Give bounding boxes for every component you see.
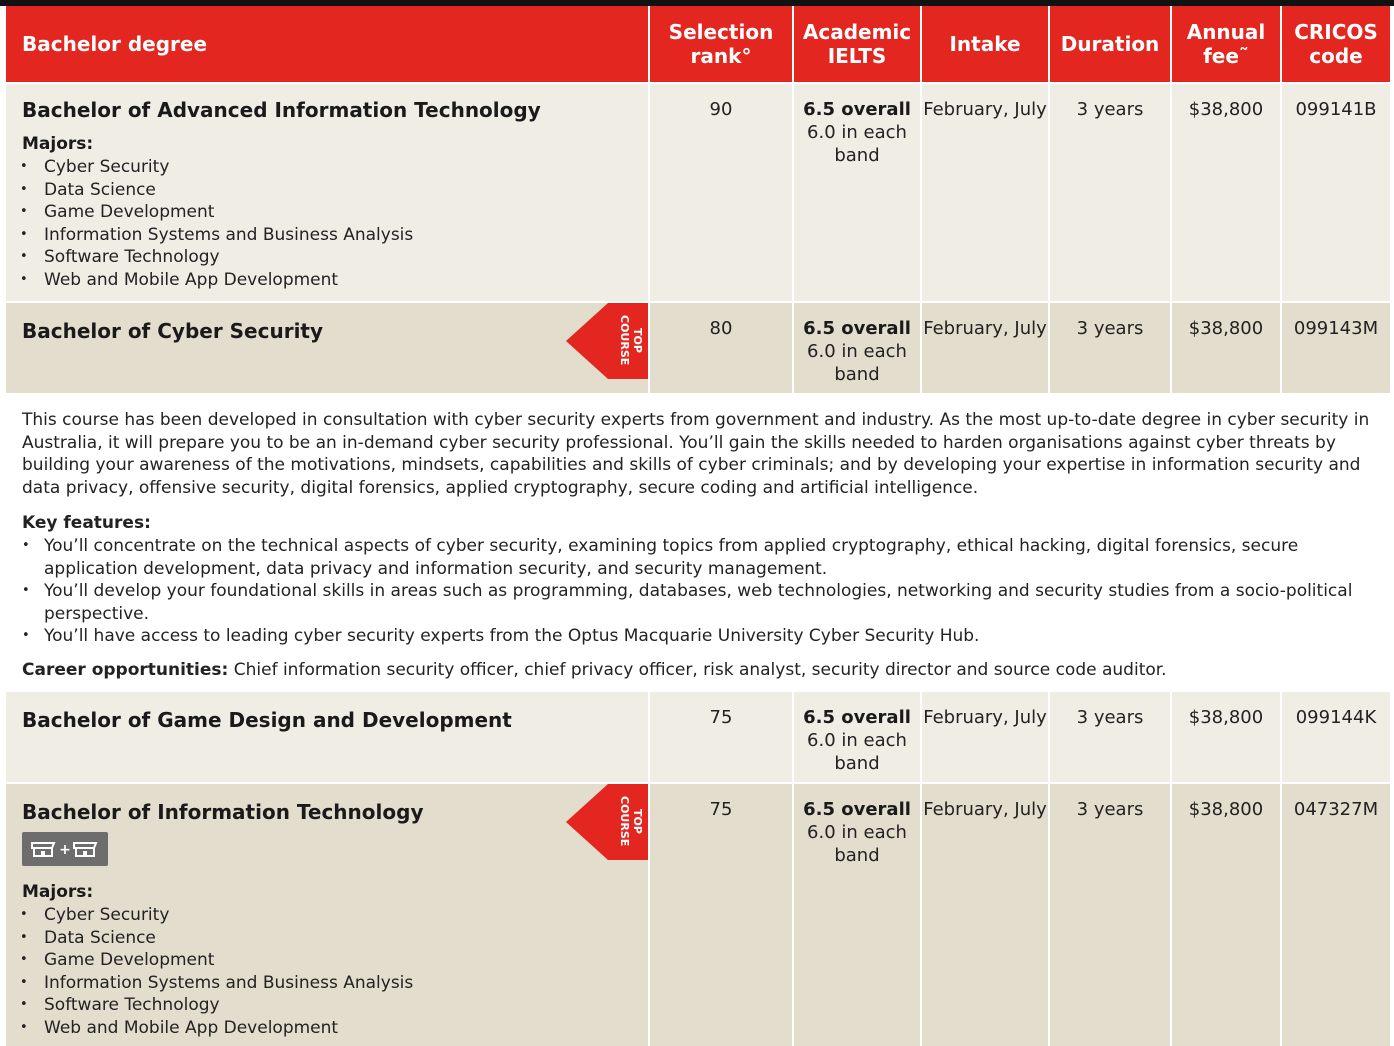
list-item: You’ll concentrate on the technical aspe…: [22, 535, 1372, 580]
top-course-ribbon: TOP COURSE: [566, 303, 648, 379]
ielts-requirement: 6.5 overall 6.0 in each band: [794, 84, 920, 301]
ielts-requirement: 6.5 overall 6.0 in each band: [794, 692, 920, 782]
top-course-label: TOP COURSE: [618, 314, 644, 366]
course-title: Bachelor of Game Design and Development: [22, 708, 512, 732]
list-item: Game Development: [6, 201, 413, 224]
majors-label: Majors:: [22, 882, 94, 902]
ielts-band: 6.0 in each band: [807, 122, 907, 166]
ielts-requirement: 6.5 overall 6.0 in each band: [794, 303, 920, 393]
ielts-band: 6.0 in each band: [807, 341, 907, 385]
key-features-list: You’ll concentrate on the technical aspe…: [22, 535, 1372, 648]
intake: February, July: [922, 692, 1048, 782]
duration: 3 years: [1050, 303, 1170, 393]
ielts-requirement: 6.5 overall 6.0 in each band: [794, 784, 920, 1046]
table-row: Bachelor of Information Technology TOP C…: [0, 784, 1394, 1046]
header-annual-fee: Annual fee˜: [1172, 6, 1280, 82]
intake: February, July: [922, 784, 1048, 1046]
career-opportunities: Career opportunities: Chief information …: [22, 659, 1372, 682]
duration: 3 years: [1050, 692, 1170, 782]
list-item: Cyber Security: [6, 904, 413, 927]
ielts-overall: 6.5 overall: [803, 318, 911, 339]
cricos-code: 099141B: [1282, 84, 1390, 301]
annual-fee: $38,800: [1172, 84, 1280, 301]
ielts-band: 6.0 in each band: [807, 822, 907, 866]
course-description: This course has been developed in consul…: [22, 410, 1370, 498]
top-course-label: TOP COURSE: [618, 795, 644, 847]
intake: February, July: [922, 84, 1048, 301]
selection-rank: 80: [650, 303, 792, 393]
duration: 3 years: [1050, 84, 1170, 301]
cricos-code: 099144K: [1282, 692, 1390, 782]
course-title: Bachelor of Cyber Security: [22, 319, 324, 343]
career-label: Career opportunities:: [22, 659, 229, 680]
selection-rank: 75: [650, 784, 792, 1046]
list-item: Data Science: [6, 927, 413, 950]
top-course-ribbon: TOP COURSE: [566, 784, 648, 860]
header-duration: Duration: [1050, 6, 1170, 82]
list-item: You’ll develop your foundational skills …: [22, 580, 1372, 625]
header-ielts: Academic IELTS: [794, 6, 920, 82]
table-header: Bachelor degree Selection rank° Academic…: [0, 6, 1394, 82]
header-cricos: CRICOS code: [1282, 6, 1390, 82]
majors-list: Cyber Security Data Science Game Develop…: [6, 156, 413, 292]
cricos-code: 047327M: [1282, 784, 1390, 1046]
header-degree: Bachelor degree: [6, 6, 648, 82]
list-item: Information Systems and Business Analysi…: [6, 224, 413, 247]
ielts-band: 6.0 in each band: [807, 730, 907, 774]
ielts-overall: 6.5 overall: [803, 799, 911, 820]
duration: 3 years: [1050, 784, 1170, 1046]
list-item: Software Technology: [6, 246, 413, 269]
svg-text:+: +: [59, 842, 71, 858]
cricos-code: 099143M: [1282, 303, 1390, 393]
key-features-label: Key features:: [22, 513, 151, 534]
annual-fee: $38,800: [1172, 784, 1280, 1046]
majors-label: Majors:: [22, 134, 94, 154]
list-item: You’ll have access to leading cyber secu…: [22, 625, 1372, 648]
majors-list: Cyber Security Data Science Game Develop…: [6, 904, 413, 1040]
list-item: Cyber Security: [6, 156, 413, 179]
intake: February, July: [922, 303, 1048, 393]
list-item: Information Systems and Business Analysi…: [6, 972, 413, 995]
table-row: Bachelor of Cyber Security TOP COURSE 80…: [0, 303, 1394, 393]
header-intake: Intake: [922, 6, 1048, 82]
list-item: Data Science: [6, 179, 413, 202]
list-item: Game Development: [6, 949, 413, 972]
list-item: Web and Mobile App Development: [6, 1017, 413, 1040]
career-text: Chief information security officer, chie…: [228, 659, 1167, 680]
selection-rank: 90: [650, 84, 792, 301]
course-title: Bachelor of Information Technology: [22, 800, 424, 824]
header-selection-rank: Selection rank°: [650, 6, 792, 82]
ielts-overall: 6.5 overall: [803, 99, 911, 120]
cyber-security-description: This course has been developed in consul…: [0, 393, 1394, 687]
table-row: Bachelor of Game Design and Development …: [0, 692, 1394, 782]
ielts-overall: 6.5 overall: [803, 707, 911, 728]
table-row: Bachelor of Advanced Information Technol…: [0, 84, 1394, 301]
selection-rank: 75: [650, 692, 792, 782]
annual-fee: $38,800: [1172, 692, 1280, 782]
annual-fee: $38,800: [1172, 303, 1280, 393]
double-degree-icon: +: [22, 832, 108, 866]
list-item: Software Technology: [6, 994, 413, 1017]
list-item: Web and Mobile App Development: [6, 269, 413, 292]
course-title: Bachelor of Advanced Information Technol…: [22, 98, 541, 122]
